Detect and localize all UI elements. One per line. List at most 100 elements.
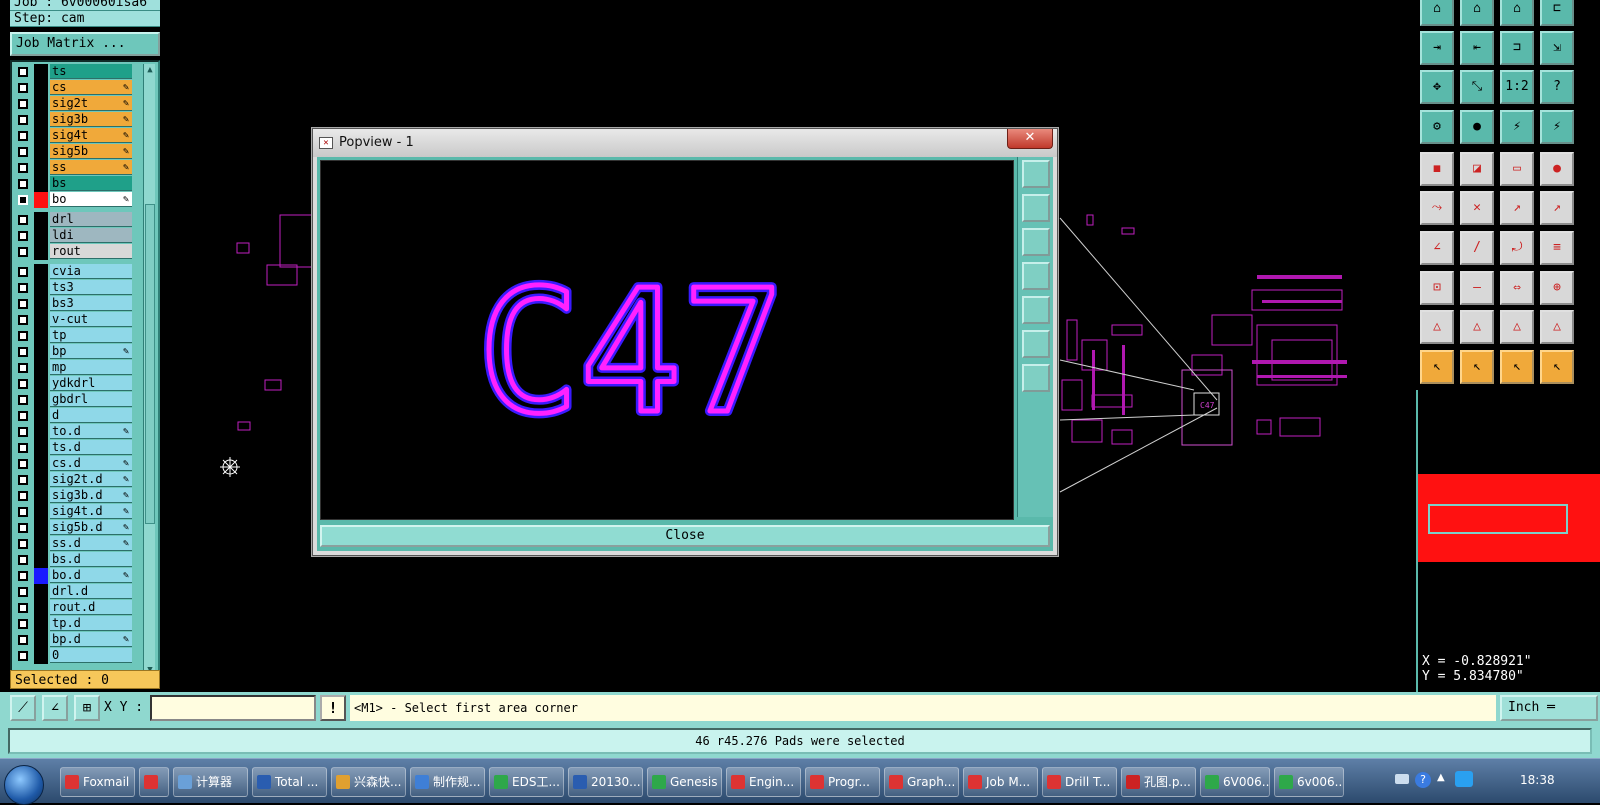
layer-row[interactable]: ss.d ✎	[14, 536, 134, 552]
tool-button-icon[interactable]: ⊏	[1540, 0, 1574, 26]
taskbar-item[interactable]: Genesis	[647, 767, 722, 797]
layer-color-swatch[interactable]	[34, 312, 48, 328]
layer-row[interactable]: bs	[14, 176, 134, 192]
tool-button-icon[interactable]: ◼	[1420, 152, 1454, 186]
layer-color-swatch[interactable]	[34, 632, 48, 648]
layer-name[interactable]: tp	[50, 328, 132, 343]
tool-button-icon[interactable]: ⤡	[1460, 70, 1494, 104]
tool-button-icon[interactable]: ⤳	[1420, 191, 1454, 225]
layer-color-swatch[interactable]	[34, 440, 48, 456]
layer-color-swatch[interactable]	[34, 176, 48, 192]
tool-button-icon[interactable]: ⊡	[1420, 271, 1454, 305]
layer-row[interactable]: ts.d	[14, 440, 134, 456]
tool-button-icon[interactable]: —	[1460, 271, 1494, 305]
taskbar-item[interactable]: 制作规...	[410, 767, 485, 797]
taskbar-item[interactable]: 孔图.p...	[1121, 767, 1196, 797]
taskbar-item[interactable]: Engin...	[726, 767, 801, 797]
taskbar-item[interactable]: 20130...	[568, 767, 643, 797]
layer-name[interactable]: bs	[50, 176, 132, 191]
layer-color-swatch[interactable]	[34, 344, 48, 360]
layer-name[interactable]: sig2t.d ✎	[50, 472, 132, 487]
tool-button-icon[interactable]: ?	[1540, 70, 1574, 104]
layer-color-swatch[interactable]	[34, 328, 48, 344]
layer-row[interactable]: sig2t.d ✎	[14, 472, 134, 488]
layer-color-swatch[interactable]	[34, 144, 48, 160]
layer-color-swatch[interactable]	[34, 536, 48, 552]
tool-button-icon[interactable]: △	[1460, 310, 1494, 344]
layer-name[interactable]: sig4t.d ✎	[50, 504, 132, 519]
layer-checkbox[interactable]	[18, 363, 28, 373]
layer-checkbox[interactable]	[18, 587, 28, 597]
layer-row[interactable]: drl	[14, 212, 134, 228]
layer-color-swatch[interactable]	[34, 424, 48, 440]
layer-checkbox[interactable]	[18, 459, 28, 469]
layer-row[interactable]: ss ✎	[14, 160, 134, 176]
window-close-button[interactable]: ✕	[1007, 129, 1053, 149]
layer-checkbox[interactable]	[18, 67, 28, 77]
layer-color-swatch[interactable]	[34, 488, 48, 504]
layer-checkbox[interactable]	[18, 491, 28, 501]
tool-button-icon[interactable]: △	[1500, 310, 1534, 344]
layer-name[interactable]: d	[50, 408, 132, 423]
layer-checkbox[interactable]	[18, 635, 28, 645]
scroll-thumb[interactable]	[145, 204, 155, 524]
layer-color-swatch[interactable]	[34, 264, 48, 280]
tool-button-icon[interactable]: ⤾	[1500, 231, 1534, 265]
layer-checkbox[interactable]	[18, 231, 28, 241]
layer-color-swatch[interactable]	[34, 64, 48, 80]
popview-close-button[interactable]: Close	[320, 525, 1050, 547]
taskbar-item[interactable]: Job M...	[963, 767, 1038, 797]
layer-checkbox[interactable]	[18, 195, 28, 205]
layer-color-swatch[interactable]	[34, 584, 48, 600]
layer-checkbox[interactable]	[18, 179, 28, 189]
layer-row[interactable]: sig2t ✎	[14, 96, 134, 112]
tool-button-icon[interactable]: ⚡	[1500, 110, 1534, 144]
layer-color-swatch[interactable]	[34, 504, 48, 520]
xy-input[interactable]	[150, 695, 316, 721]
layer-row[interactable]: mp	[14, 360, 134, 376]
layer-name[interactable]: sig5b ✎	[50, 144, 132, 159]
layer-row[interactable]: cvia	[14, 264, 134, 280]
layer-color-swatch[interactable]	[34, 160, 48, 176]
layer-row[interactable]: gbdrl	[14, 392, 134, 408]
layer-name[interactable]: drl.d	[50, 584, 132, 599]
taskbar-item[interactable]: Total ...	[252, 767, 327, 797]
layer-name[interactable]: 0	[50, 648, 132, 663]
layer-row[interactable]: cs ✎	[14, 80, 134, 96]
tool-button-icon[interactable]: ●	[1540, 152, 1574, 186]
layer-row[interactable]: rout	[14, 244, 134, 260]
taskbar-item[interactable]: Drill T...	[1042, 767, 1117, 797]
layer-row[interactable]: bs3	[14, 296, 134, 312]
tool-button-icon[interactable]: ◪	[1460, 152, 1494, 186]
zoom-home-icon[interactable]	[1022, 330, 1050, 358]
layer-name[interactable]: sig3b ✎	[50, 112, 132, 127]
layer-checkbox[interactable]	[18, 299, 28, 309]
zoom-center-icon[interactable]	[1022, 364, 1050, 392]
tool-button-icon[interactable]: ⇔	[1500, 271, 1534, 305]
layer-checkbox[interactable]	[18, 523, 28, 533]
layer-checkbox[interactable]	[18, 115, 28, 125]
layer-checkbox[interactable]	[18, 147, 28, 157]
taskbar-item[interactable]: 6v006...	[1274, 767, 1344, 797]
layer-color-swatch[interactable]	[34, 228, 48, 244]
layer-checkbox[interactable]	[18, 347, 28, 357]
snap-icon[interactable]: ⟋	[10, 695, 36, 721]
tool-button-icon[interactable]: ⌂	[1460, 0, 1494, 26]
layer-row[interactable]: sig5b.d ✎	[14, 520, 134, 536]
layer-name[interactable]: ts.d	[50, 440, 132, 455]
pan-left-icon[interactable]	[1022, 262, 1050, 290]
layer-name[interactable]: bs.d	[50, 552, 132, 567]
layer-color-swatch[interactable]	[34, 648, 48, 664]
layer-name[interactable]: rout.d	[50, 600, 132, 615]
tool-button-icon[interactable]: ⚙	[1420, 110, 1454, 144]
keyboard-icon[interactable]	[1395, 774, 1409, 784]
tool-button-icon[interactable]: △	[1540, 310, 1574, 344]
layer-name[interactable]: ts3	[50, 280, 132, 295]
taskbar-item[interactable]: EDS工...	[489, 767, 564, 797]
layer-checkbox[interactable]	[18, 379, 28, 389]
layer-color-swatch[interactable]	[34, 552, 48, 568]
tool-button-icon[interactable]: ⇤	[1460, 31, 1494, 65]
layer-name[interactable]: to.d ✎	[50, 424, 132, 439]
layer-row[interactable]: tp	[14, 328, 134, 344]
tool-button-icon[interactable]: ⊕	[1540, 271, 1574, 305]
